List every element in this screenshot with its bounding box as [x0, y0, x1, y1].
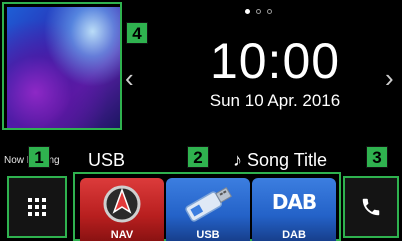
grid-menu-icon: [28, 198, 46, 216]
callout-1: 1: [28, 146, 50, 168]
previous-page-arrow[interactable]: ‹: [125, 65, 134, 91]
clock-time: 10:00: [209, 33, 341, 89]
source-name: USB: [88, 150, 126, 170]
usb-shortcut-button[interactable]: USB: [166, 178, 250, 241]
dab-shortcut-button[interactable]: DAB DAB: [252, 178, 336, 241]
page-dot-3: [267, 9, 272, 14]
usb-shortcut-label: USB: [196, 229, 220, 241]
phone-button[interactable]: [343, 176, 399, 238]
next-page-arrow[interactable]: ›: [385, 65, 394, 91]
page-dot-2: [256, 9, 261, 14]
phone-icon: [362, 198, 380, 216]
dab-shortcut-label: DAB: [282, 229, 306, 241]
dab-icon: DAB: [271, 190, 317, 214]
clock-date: Sun 10 Apr. 2016: [209, 91, 341, 110]
song-title: ♪ Song Title: [233, 150, 328, 170]
callout-2: 2: [187, 146, 209, 168]
artwork-callout-frame: [2, 2, 122, 130]
nav-shortcut-label: NAV: [110, 229, 134, 241]
head-unit-screen: 4 ‹ › 10:00 Sun 10 Apr. 2016 Now Playing…: [0, 0, 402, 241]
nav-shortcut-button[interactable]: NAV: [80, 178, 164, 241]
page-dot-1: [245, 9, 250, 14]
callout-4: 4: [126, 22, 148, 44]
usb-icon: [185, 186, 232, 222]
nav-icon: [103, 185, 141, 223]
callout-3: 3: [366, 146, 388, 168]
menu-button[interactable]: [7, 176, 67, 238]
page-indicator: [245, 9, 272, 14]
